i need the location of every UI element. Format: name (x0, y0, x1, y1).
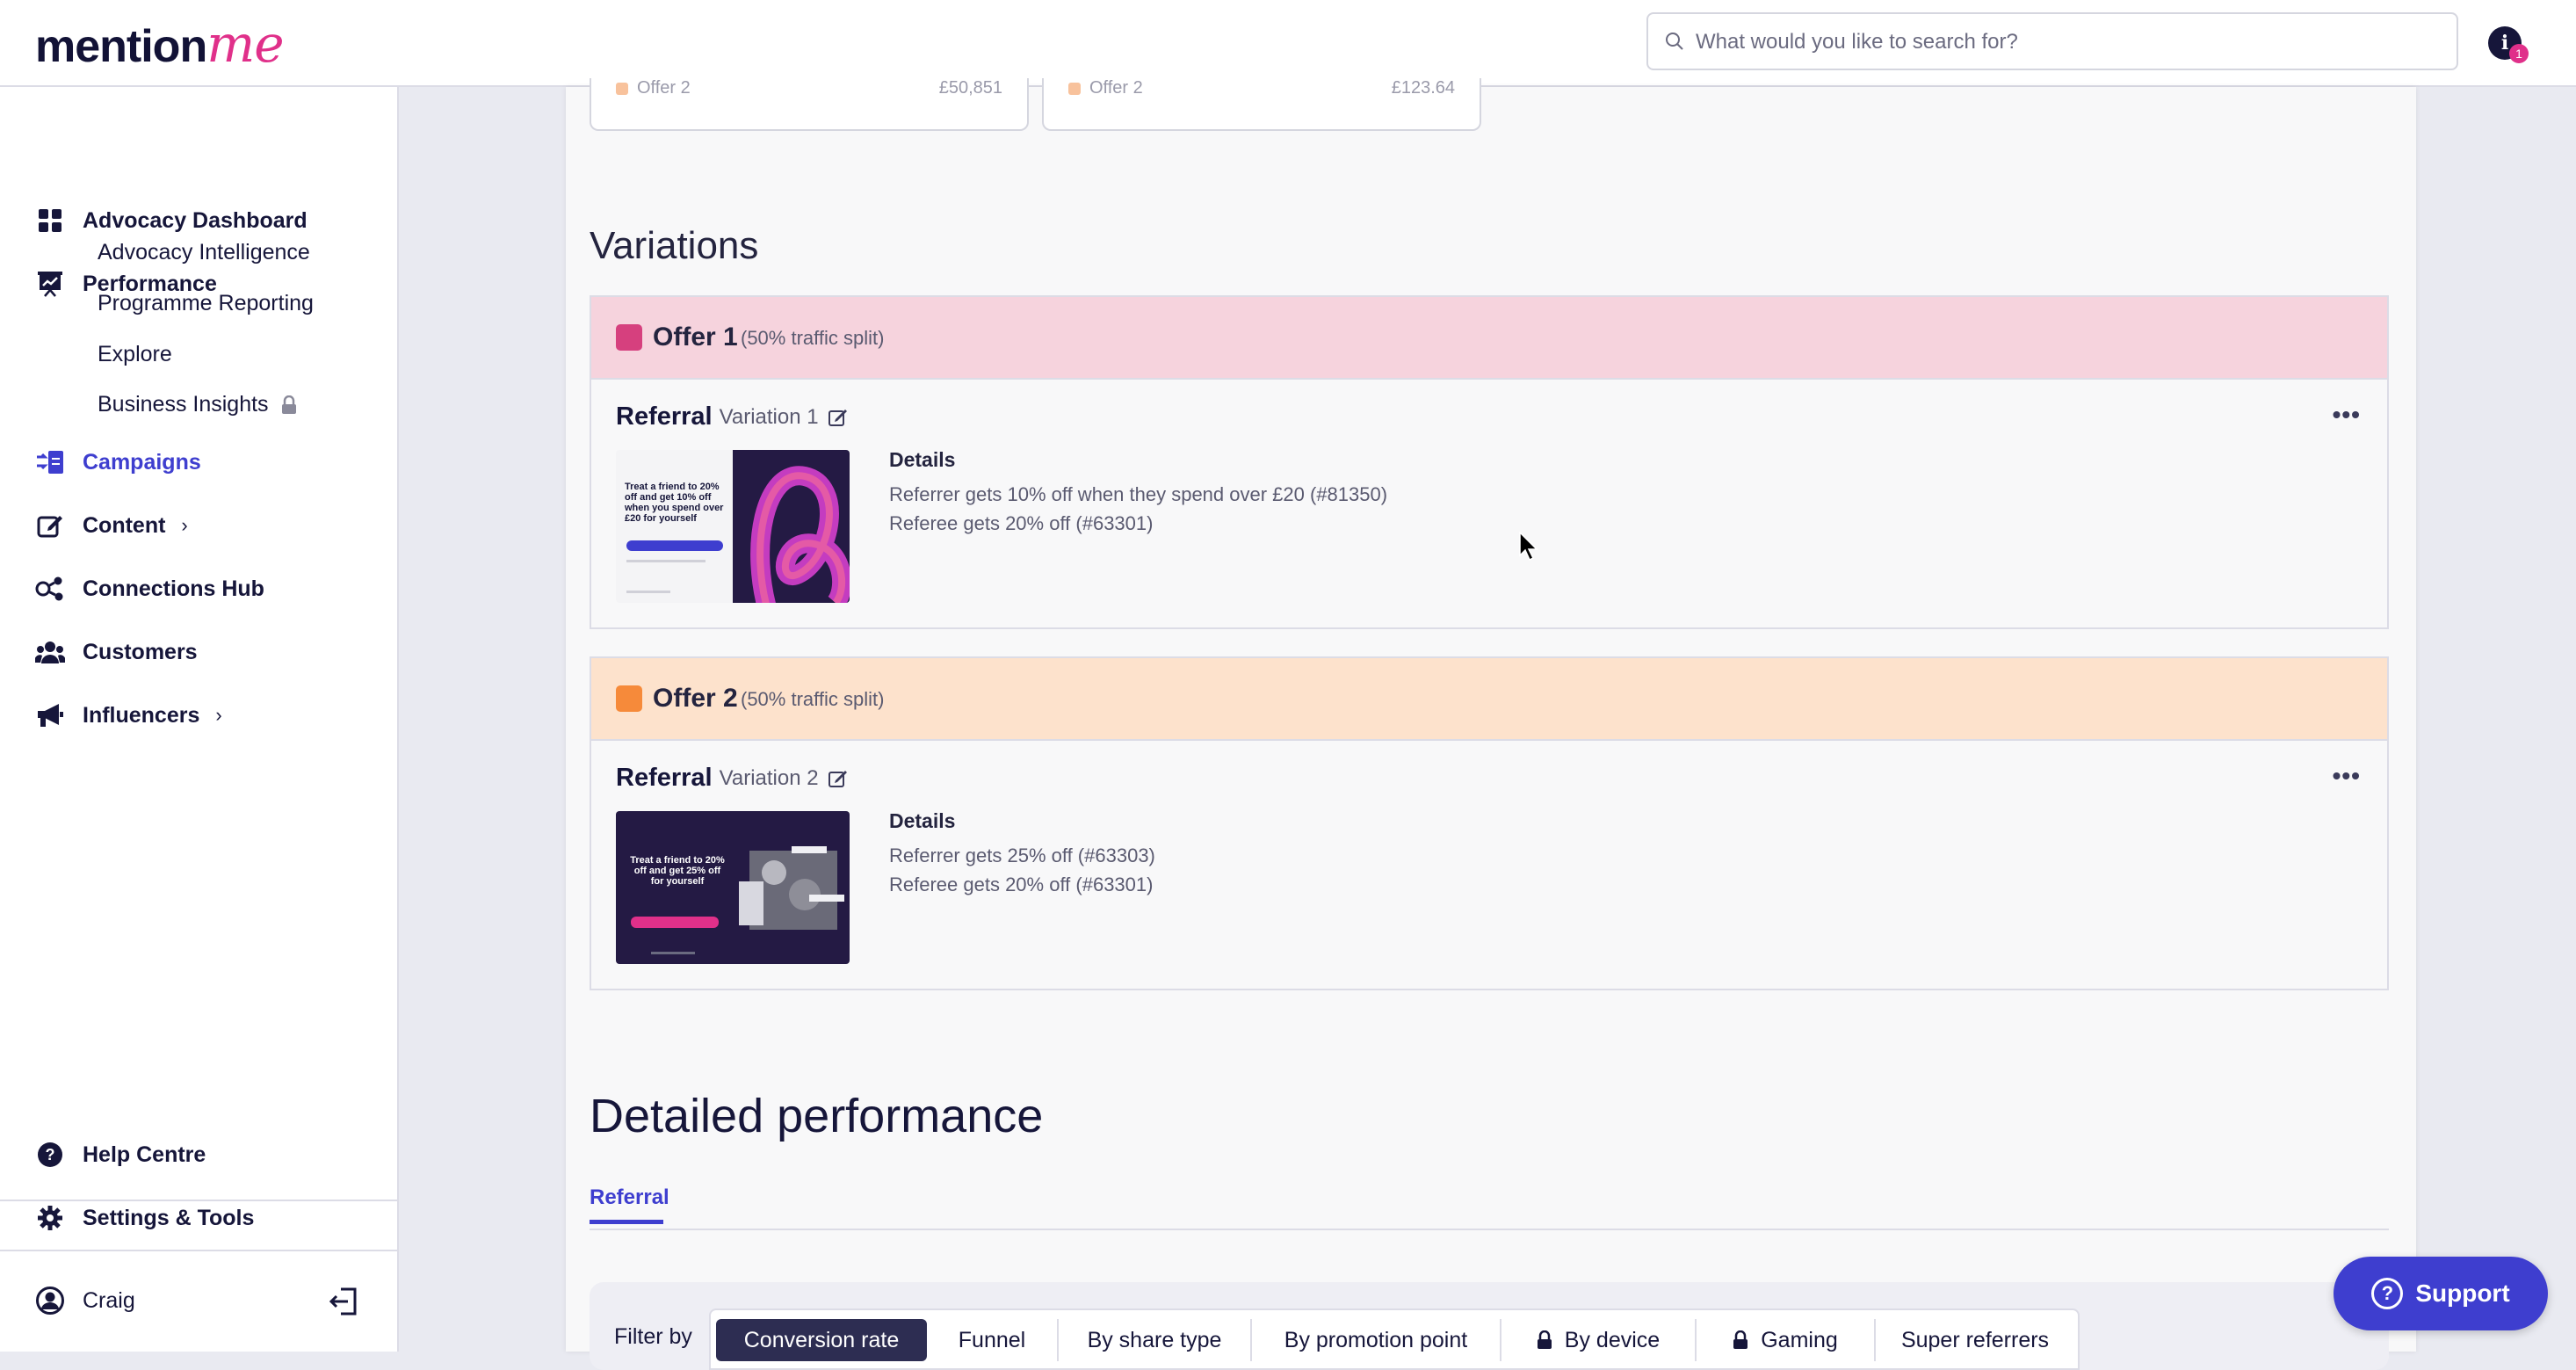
filter-panel: Filter by Conversion rate Funnel By shar… (590, 1282, 2389, 1370)
lock-icon (1733, 1330, 1748, 1349)
lock-icon (1537, 1330, 1552, 1349)
detailed-performance-heading: Detailed performance (590, 1090, 1044, 1142)
users-icon (35, 637, 65, 667)
sidebar-item-advocacy-dashboard[interactable]: Advocacy Dashboard (35, 201, 308, 240)
sidebar-divider (0, 1250, 397, 1251)
campaigns-icon (35, 447, 65, 477)
offer-1-card: Referral Variation 1 ••• Treat a friend … (590, 380, 2389, 629)
help-icon: ? (35, 1140, 65, 1170)
sidebar-item-help-centre[interactable]: ? Help Centre (35, 1135, 206, 1174)
active-tab-indicator (590, 1220, 663, 1224)
mouse-cursor (1519, 532, 1538, 562)
sidebar-item-content[interactable]: Content › (35, 506, 188, 545)
sidebar-item-campaigns[interactable]: Campaigns (35, 443, 201, 482)
sidebar-subitem-business-insights[interactable]: Business Insights (98, 392, 297, 417)
legend-swatch (616, 82, 628, 95)
top-bar: mentionme i 1 (0, 0, 2576, 87)
sidebar-subitem-programme-reporting[interactable]: Programme Reporting (98, 291, 314, 316)
filter-label: Filter by (614, 1324, 692, 1349)
offer-2-header: Offer 2 (50% traffic split) (590, 656, 2389, 741)
sidebar-subitem-explore[interactable]: Explore (98, 342, 172, 367)
variation-name: Variation 1 (719, 404, 819, 429)
avatar-icon (35, 1286, 65, 1316)
chevron-right-icon: › (215, 704, 222, 726)
offer-preview-thumbnail[interactable]: Treat a friend to 20% off and get 10% of… (616, 450, 850, 603)
notification-count-badge: 1 (2509, 44, 2529, 63)
detail-line: Referee gets 20% off (#63301) (889, 512, 1154, 534)
sidebar-item-label: Connections Hub (83, 576, 264, 601)
sidebar: Advocacy Dashboard Performance Advocacy … (0, 87, 399, 1352)
offer-color-swatch (616, 685, 642, 712)
edit-icon (35, 511, 65, 540)
tab-divider (590, 1229, 2389, 1230)
thumbnail-text: Treat a friend to 20% off and get 10% of… (625, 482, 724, 524)
thumbnail-text: Treat a friend to 20% off and get 25% of… (630, 855, 725, 887)
sidebar-item-label: Content (83, 512, 166, 538)
svg-text:?: ? (46, 1146, 55, 1163)
variation-name: Variation 2 (719, 765, 819, 790)
connections-icon (35, 574, 65, 604)
tab-referral[interactable]: Referral (590, 1185, 669, 1210)
gear-icon (35, 1203, 65, 1233)
search-icon (1666, 33, 1683, 50)
detail-line: Referrer gets 10% off when they spend ov… (889, 483, 1388, 505)
offer-2-card: Referral Variation 2 ••• Treat a friend … (590, 741, 2389, 990)
referral-title: Referral (616, 402, 713, 431)
sidebar-item-label: Campaigns (83, 449, 201, 475)
offer-preview-thumbnail[interactable]: Treat a friend to 20% off and get 25% of… (616, 811, 850, 964)
filter-conversion-rate[interactable]: Conversion rate (716, 1319, 927, 1361)
detail-line: Referee gets 20% off (#63301) (889, 873, 1154, 895)
sidebar-user[interactable]: Craig (35, 1281, 135, 1320)
sidebar-item-label: Customers (83, 639, 198, 664)
edit-icon[interactable] (828, 768, 849, 789)
info-icon: i (2500, 32, 2509, 54)
sidebar-item-label: Advocacy Dashboard (83, 207, 308, 233)
sidebar-item-customers[interactable]: Customers (35, 633, 198, 671)
search-box[interactable] (1646, 12, 2458, 70)
sidebar-item-label: Influencers (83, 702, 200, 728)
sidebar-item-influencers[interactable]: Influencers › (35, 696, 222, 735)
variations-heading: Variations (590, 224, 759, 267)
offer-1-header: Offer 1 (50% traffic split) (590, 295, 2389, 380)
lock-icon (281, 395, 296, 414)
mention-me-logo[interactable]: mentionme (35, 9, 285, 82)
edit-icon[interactable] (828, 407, 849, 428)
filter-super-referrers[interactable]: Super referrers (1876, 1319, 2074, 1361)
sidebar-subitem-advocacy-intelligence[interactable]: Advocacy Intelligence (98, 240, 310, 265)
referral-title: Referral (616, 764, 713, 792)
chart-presentation-icon (35, 269, 65, 299)
main-content: Offer 2 £50,851 Offer 2 £123.64 Variatio… (566, 78, 2416, 1370)
sidebar-item-settings[interactable]: Settings & Tools (35, 1199, 254, 1237)
chevron-right-icon: › (181, 514, 188, 536)
filter-by-device[interactable]: By device (1501, 1319, 1697, 1361)
offer-color-swatch (616, 324, 642, 351)
sidebar-item-label: Settings & Tools (83, 1205, 255, 1230)
stat-card: Offer 2 £50,851 (590, 78, 1029, 131)
sidebar-item-connections-hub[interactable]: Connections Hub (35, 569, 264, 608)
filter-button-group: Conversion rate Funnel By share type By … (709, 1308, 2080, 1370)
filter-gaming[interactable]: Gaming (1697, 1319, 1876, 1361)
more-options-button[interactable]: ••• (2333, 762, 2361, 790)
search-input[interactable] (1694, 21, 2435, 63)
support-button[interactable]: ? Support (2334, 1257, 2548, 1330)
help-icon: ? (2371, 1278, 2404, 1309)
detail-line: Referrer gets 25% off (#63303) (889, 844, 1155, 866)
sidebar-item-label: Help Centre (83, 1142, 206, 1167)
megaphone-icon (35, 700, 65, 730)
logout-icon[interactable] (329, 1286, 360, 1317)
grid-icon (35, 206, 65, 236)
filter-by-promotion-point[interactable]: By promotion point (1252, 1319, 1501, 1361)
filter-funnel[interactable]: Funnel (927, 1319, 1059, 1361)
filter-by-share-type[interactable]: By share type (1059, 1319, 1252, 1361)
more-options-button[interactable]: ••• (2333, 401, 2361, 429)
notifications-button[interactable]: i 1 (2488, 26, 2529, 63)
legend-swatch (1068, 82, 1081, 95)
stat-card: Offer 2 £123.64 (1042, 78, 1481, 131)
user-name: Craig (83, 1287, 135, 1313)
